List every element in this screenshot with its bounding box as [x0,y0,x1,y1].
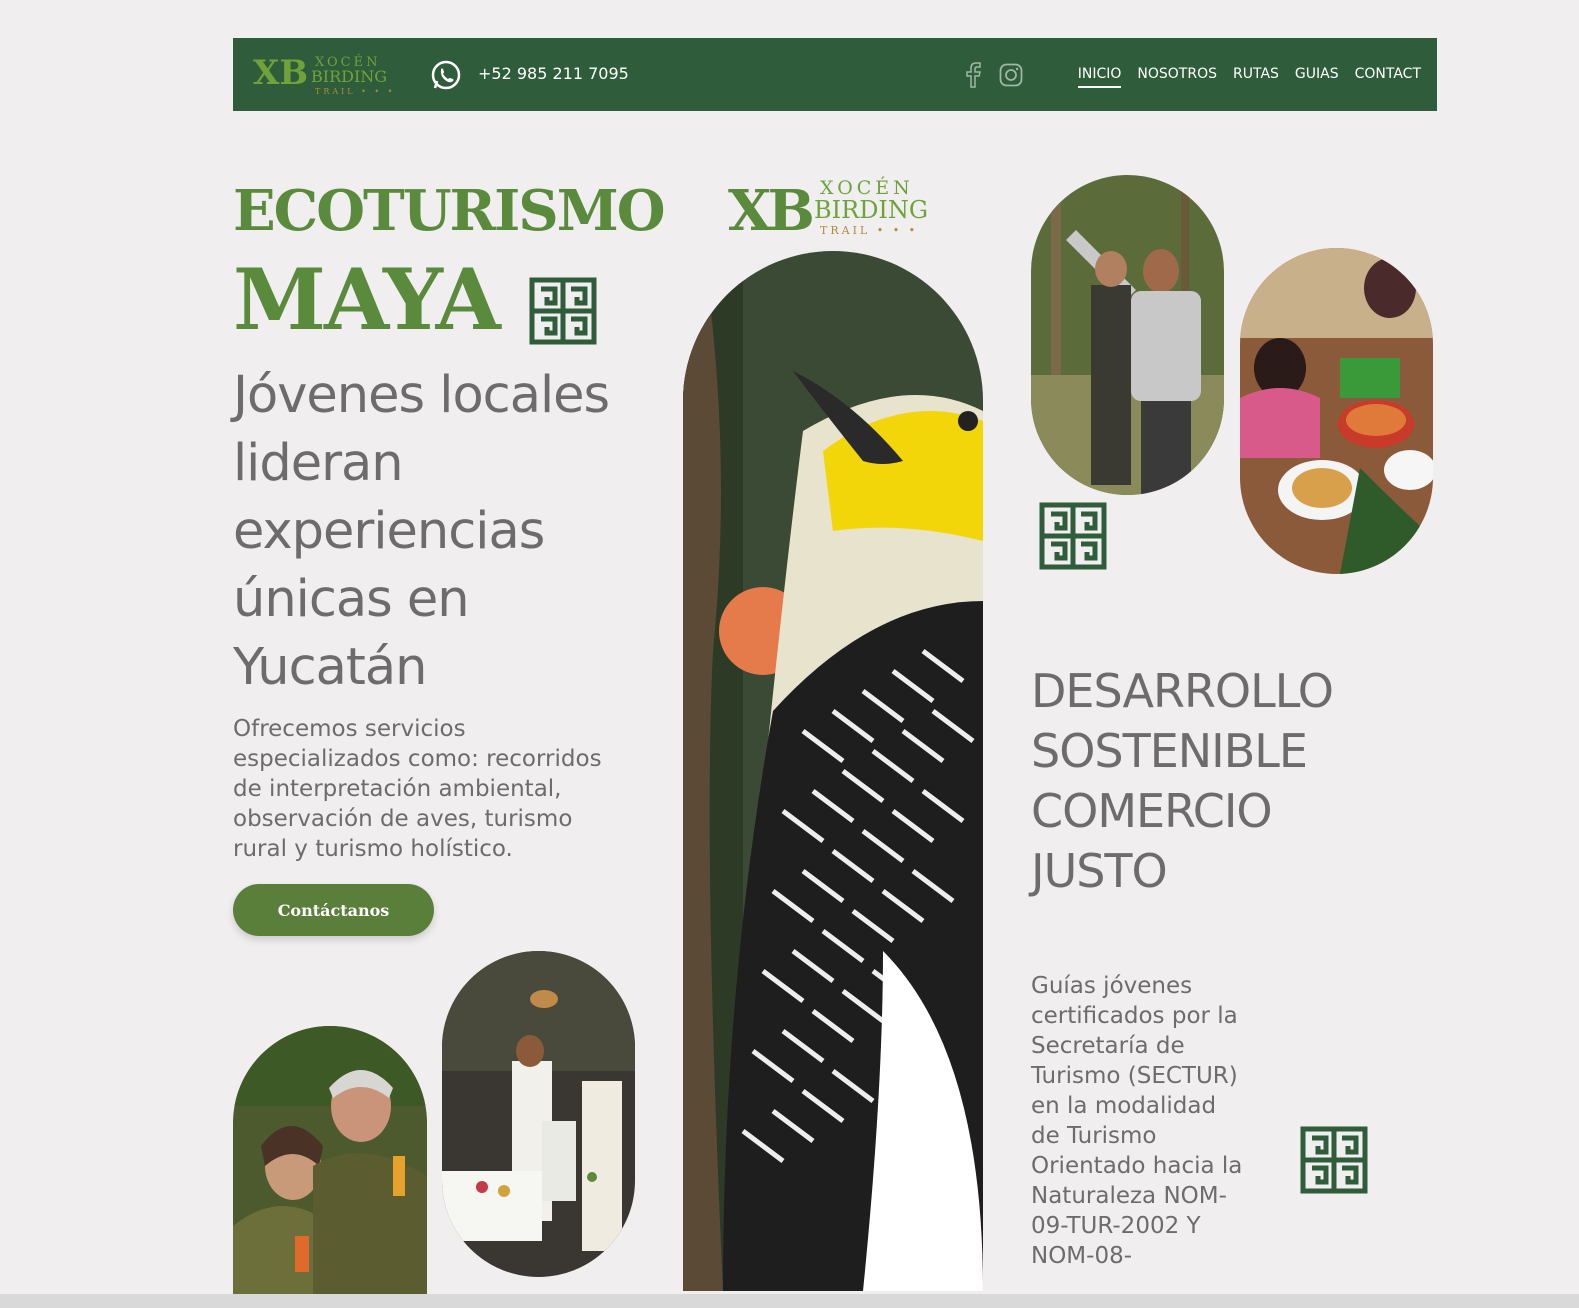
svg-text:TRAIL • • •: TRAIL • • • [315,87,393,96]
svg-text:BIRDING: BIRDING [311,67,387,86]
site-header: XB XOCÉN BIRDING TRAIL • • • +52 985 211… [233,38,1437,111]
nav-inicio[interactable]: INICIO [1077,66,1122,88]
photo-woodpecker [683,251,983,1291]
hero-title-maya: MAYA [233,250,501,349]
maya-glyph-icon [529,277,597,345]
horizontal-scrollbar[interactable] [0,1294,1579,1308]
xocen-birding-logo[interactable]: XB XOCÉN BIRDING TRAIL • • • [253,48,393,100]
nav-contact[interactable]: CONTACT [1355,66,1421,88]
hero-subtitle: Jóvenes locales lideran experiencias úni… [233,366,610,697]
photo-couple-birders [233,1026,427,1308]
whatsapp-icon[interactable] [430,59,462,91]
svg-text:XB: XB [253,53,308,93]
nav-nosotros[interactable]: NOSOTROS [1137,66,1217,88]
nav-guias[interactable]: GUIAS [1295,66,1339,88]
guides-certification-text: Guías jóvenes certificados por la Secret… [1031,973,1243,1269]
nav-rutas[interactable]: RUTAS [1233,66,1279,88]
photo-mayan-ceremony [442,951,635,1277]
phone-number[interactable]: +52 985 211 7095 [478,64,629,83]
photo-guides-pointing [1031,175,1224,495]
sustainable-development-title: DESARROLLO SOSTENIBLE COMERCIO JUSTO [1031,664,1334,898]
instagram-icon[interactable] [999,63,1023,87]
xocen-birding-logo-large: XB XOCÉN BIRDING TRAIL • • • [728,176,928,238]
photo-traditional-cooking [1240,248,1433,574]
hero-description: Ofrecemos servicios especializados como:… [233,716,602,862]
svg-text:TRAIL • • •: TRAIL • • • [820,224,918,237]
maya-glyph-icon [1039,502,1107,570]
svg-text:XB: XB [728,178,812,238]
svg-text:BIRDING: BIRDING [814,196,928,224]
maya-glyph-icon [1300,1126,1368,1194]
hero-title-ecoturismo: ECOTURISMO [233,178,665,244]
facebook-icon[interactable] [961,62,985,88]
contact-button[interactable]: Contáctanos [233,884,434,936]
main-nav: INICIO NOSOTROS RUTAS GUIAS CONTACT [1077,66,1421,88]
